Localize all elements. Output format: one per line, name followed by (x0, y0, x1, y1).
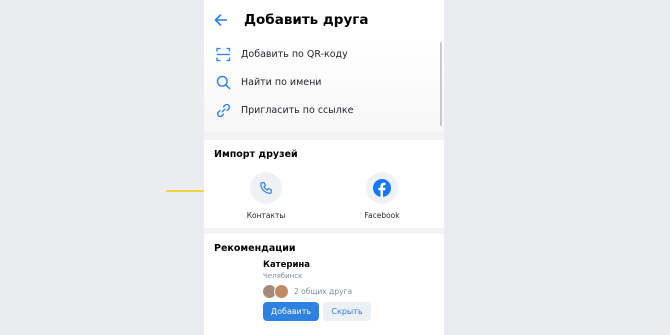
menu-item-label: Найти по имени (241, 76, 322, 88)
menu-item-label: Пригласить по ссылке (241, 104, 354, 116)
menu-item-qr[interactable]: Добавить по QR-коду (204, 40, 444, 68)
arrow-left-icon (214, 14, 227, 26)
import-friends-section: Импорт друзей Контакты Facebook (204, 140, 444, 228)
phone-icon (260, 182, 272, 194)
avatar[interactable] (212, 256, 256, 300)
menu-item-label: Добавить по QR-коду (241, 48, 348, 60)
mutual-friend-avatar (274, 284, 289, 299)
mutual-friends-count: 2 общих друга (294, 287, 353, 296)
import-facebook-button[interactable]: Facebook (342, 172, 422, 220)
add-friend-button[interactable]: Добавить (263, 302, 319, 321)
import-icon-circle (250, 172, 282, 204)
facebook-icon (373, 179, 391, 197)
search-icon (214, 73, 232, 91)
menu-item-search[interactable]: Найти по имени (204, 68, 444, 96)
add-methods-list: Добавить по QR-коду Найти по имени Пригл… (204, 40, 444, 132)
page-title: Добавить друга (244, 12, 369, 28)
recommended-user-city: Челябинск (263, 272, 303, 280)
mutual-friends[interactable]: 2 общих друга (262, 284, 352, 299)
section-title-recommendations: Рекомендации (214, 243, 296, 254)
hide-button[interactable]: Скрыть (323, 302, 371, 321)
back-button[interactable] (212, 11, 230, 29)
import-label-facebook: Facebook (364, 211, 400, 220)
import-icon-circle (366, 172, 398, 204)
import-contacts-button[interactable]: Контакты (226, 172, 306, 220)
import-label-contacts: Контакты (246, 211, 286, 220)
recommended-user-name[interactable]: Катерина (263, 260, 310, 270)
phone-screen: Добавить друга Добавить по QR-коду Найти… (204, 0, 444, 335)
qr-scan-icon (214, 45, 232, 63)
link-icon (214, 101, 232, 119)
recommendations-section: Рекомендации Катерина Челябинск 2 общих … (204, 234, 444, 335)
scrollbar[interactable] (440, 42, 442, 126)
section-title-import: Импорт друзей (214, 149, 298, 160)
menu-item-invite-link[interactable]: Пригласить по ссылке (204, 96, 444, 124)
header: Добавить друга (204, 0, 444, 40)
